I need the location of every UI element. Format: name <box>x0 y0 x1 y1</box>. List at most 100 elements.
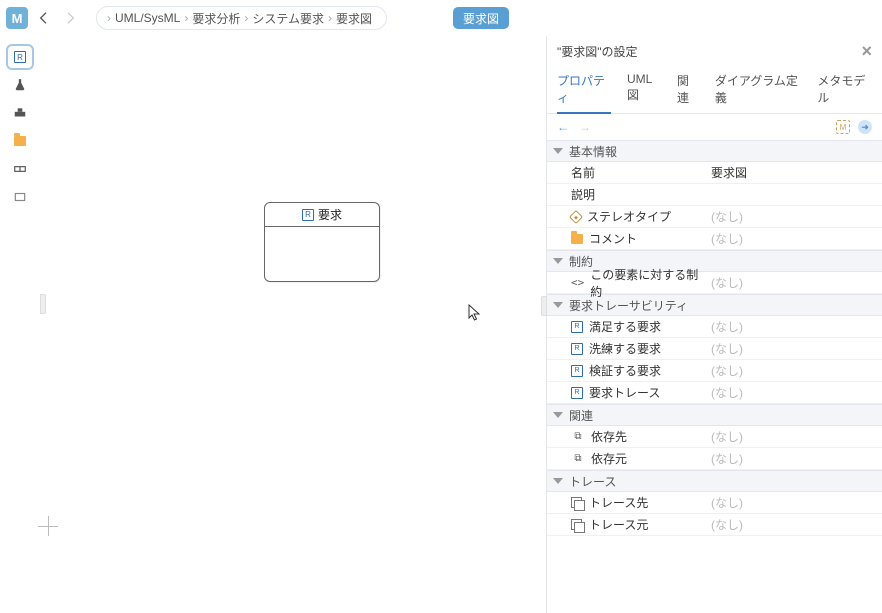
breadcrumb[interactable]: › UML/SysML › 要求分析 › システム要求 › 要求図 <box>96 6 387 30</box>
requirement-block-header: R 要求 <box>265 203 379 227</box>
panel-nav-back[interactable]: ← <box>557 120 569 134</box>
breadcrumb-item[interactable]: システム要求 <box>252 10 324 27</box>
requirement-icon: R <box>302 209 314 221</box>
property-value[interactable]: (なし) <box>707 230 876 247</box>
requirement-block-title: 要求 <box>318 206 342 223</box>
property-row[interactable]: 説明 <box>547 184 882 206</box>
property-value[interactable]: (なし) <box>707 208 876 225</box>
nav-back-button[interactable] <box>34 8 54 28</box>
chevron-right-icon: › <box>328 11 332 25</box>
tool-rect[interactable] <box>10 188 30 206</box>
section-header[interactable]: 関連 <box>547 404 882 426</box>
tab-relations[interactable]: 関連 <box>677 68 699 113</box>
property-label: コメント <box>571 230 701 247</box>
property-value[interactable]: (なし) <box>707 494 876 511</box>
main-area: R R 要求 "要求図"の設定 × プロパティ UML図 関連 ダイアグラム <box>0 36 882 613</box>
section-header[interactable]: トレース <box>547 470 882 492</box>
panel-splitter-handle[interactable] <box>541 296 547 316</box>
properties-panel: "要求図"の設定 × プロパティ UML図 関連 ダイアグラム定義 メタモデル … <box>546 36 882 613</box>
property-row[interactable]: ステレオタイプ (なし) <box>547 206 882 228</box>
chevron-right-icon: › <box>244 11 248 25</box>
property-label: 説明 <box>571 186 701 203</box>
tool-block[interactable] <box>10 104 30 122</box>
property-label: ⧉依存先 <box>571 428 701 445</box>
property-value[interactable]: (なし) <box>707 340 876 357</box>
property-row[interactable]: コメント (なし) <box>547 228 882 250</box>
tool-flask[interactable] <box>10 76 30 94</box>
panel-nav-forward[interactable]: → <box>579 120 591 134</box>
panel-tabs: プロパティ UML図 関連 ダイアグラム定義 メタモデル <box>547 66 882 114</box>
property-value[interactable]: (なし) <box>707 450 876 467</box>
property-value[interactable]: (なし) <box>707 428 876 445</box>
tool-rail: R <box>0 36 40 613</box>
property-label: R洗練する要求 <box>571 340 701 357</box>
rbox-icon: R <box>571 321 583 333</box>
section-title: 要求トレーサビリティ <box>569 297 688 314</box>
property-value[interactable]: (なし) <box>707 516 876 533</box>
link-icon: ⧉ <box>571 430 585 444</box>
property-label: ステレオタイプ <box>571 208 701 225</box>
tab-uml-diagram[interactable]: UML図 <box>627 68 661 113</box>
property-value[interactable]: (なし) <box>707 318 876 335</box>
property-label: R満足する要求 <box>571 318 701 335</box>
property-label: トレース元 <box>571 516 701 533</box>
property-row[interactable]: R満足する要求 (なし) <box>547 316 882 338</box>
tag-icon <box>569 209 583 223</box>
breadcrumb-item[interactable]: 要求分析 <box>192 10 240 27</box>
section-header[interactable]: 基本情報 <box>547 140 882 162</box>
angle-icon: <> <box>571 276 584 290</box>
breadcrumb-item[interactable]: 要求図 <box>336 10 372 27</box>
requirement-icon: R <box>14 51 26 63</box>
panel-history-nav: ← → M ➜ <box>547 114 882 140</box>
tab-metamodel[interactable]: メタモデル <box>817 68 872 113</box>
property-row[interactable]: R検証する要求 (なし) <box>547 360 882 382</box>
property-value[interactable]: (なし) <box>707 362 876 379</box>
property-row[interactable]: <>この要素に対する制約(なし) <box>547 272 882 294</box>
mouse-cursor-icon <box>467 304 481 325</box>
property-row[interactable]: ⧉依存元(なし) <box>547 448 882 470</box>
breadcrumb-item[interactable]: UML/SysML <box>115 11 180 25</box>
collapse-triangle-icon <box>553 148 563 154</box>
property-label: 名前 <box>571 164 701 181</box>
property-row[interactable]: R要求トレース(なし) <box>547 382 882 404</box>
property-label: トレース先 <box>571 494 701 511</box>
collapse-triangle-icon <box>553 258 563 264</box>
property-value[interactable]: 要求図 <box>707 164 876 181</box>
left-splitter-handle[interactable] <box>40 294 46 314</box>
close-panel-button[interactable]: × <box>861 41 872 62</box>
property-value[interactable]: (なし) <box>707 274 876 291</box>
tab-diagram-def[interactable]: ダイアグラム定義 <box>715 68 802 113</box>
property-value[interactable]: (なし) <box>707 384 876 401</box>
tool-requirement[interactable]: R <box>10 48 30 66</box>
top-bar: M › UML/SysML › 要求分析 › システム要求 › 要求図 要求図 <box>0 0 882 36</box>
sync-selection-icon[interactable]: ➜ <box>858 120 872 134</box>
property-row[interactable]: 名前要求図 <box>547 162 882 184</box>
tab-properties[interactable]: プロパティ <box>557 68 611 114</box>
property-row[interactable]: トレース元 (なし) <box>547 514 882 536</box>
highlight-element-icon[interactable]: M <box>836 120 850 134</box>
properties-sections: 基本情報名前要求図説明ステレオタイプ(なし)コメント(なし)制約<>この要素に対… <box>547 140 882 613</box>
canvas[interactable]: R 要求 <box>40 36 546 613</box>
panel-header: "要求図"の設定 × <box>547 36 882 66</box>
property-label: R検証する要求 <box>571 362 701 379</box>
rbox-icon: R <box>571 387 583 399</box>
stack-icon <box>571 497 583 509</box>
rbox-icon: R <box>571 343 583 355</box>
requirement-block[interactable]: R 要求 <box>264 202 380 282</box>
property-row[interactable]: ⧉依存先 (なし) <box>547 426 882 448</box>
collapse-triangle-icon <box>553 478 563 484</box>
tool-split[interactable] <box>10 160 30 178</box>
section-title: トレース <box>569 473 616 490</box>
section-header[interactable]: 要求トレーサビリティ <box>547 294 882 316</box>
collapse-triangle-icon <box>553 412 563 418</box>
chevron-right-icon: › <box>107 11 111 25</box>
chevron-right-icon: › <box>184 11 188 25</box>
rbox-icon: R <box>571 365 583 377</box>
property-row[interactable]: R洗練する要求 (なし) <box>547 338 882 360</box>
link-icon: ⧉ <box>571 452 585 466</box>
collapse-triangle-icon <box>553 302 563 308</box>
diagram-type-badge[interactable]: 要求図 <box>453 7 509 29</box>
property-row[interactable]: トレース先 (なし) <box>547 492 882 514</box>
tool-folder[interactable] <box>10 132 30 150</box>
nav-forward-button[interactable] <box>60 8 80 28</box>
